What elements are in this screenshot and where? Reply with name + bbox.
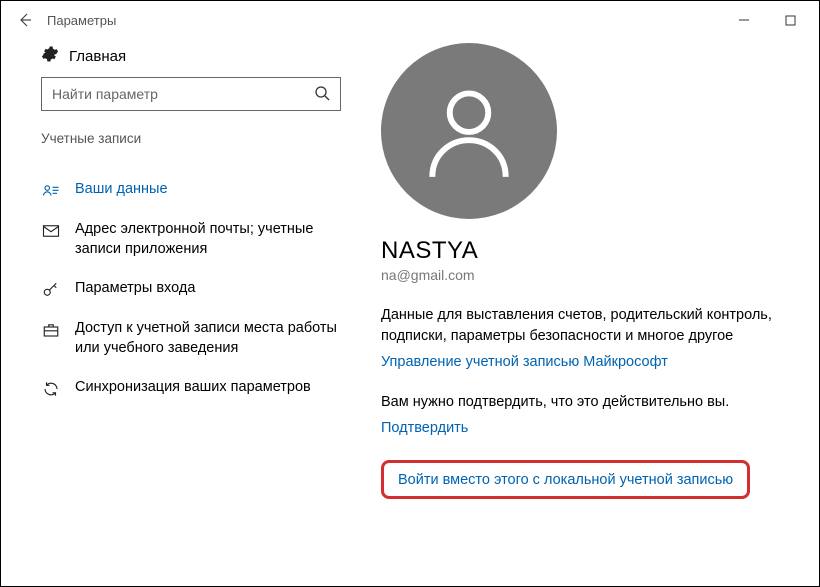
- arrow-left-icon: [17, 12, 33, 28]
- sidebar-item-label: Синхронизация ваших параметров: [75, 378, 311, 398]
- billing-description: Данные для выставления счетов, родительс…: [381, 305, 799, 347]
- person-card-icon: [41, 182, 61, 200]
- sidebar-item-sync[interactable]: Синхронизация ваших параметров: [41, 368, 341, 408]
- home-nav[interactable]: Главная: [41, 39, 341, 77]
- username: NASTYA: [381, 237, 799, 265]
- sidebar-item-label: Доступ к учетной записи места работы или…: [75, 319, 341, 358]
- verify-link[interactable]: Подтвердить: [381, 420, 468, 436]
- search-box[interactable]: [41, 77, 341, 111]
- minimize-icon: [738, 14, 750, 26]
- main-content: NASTYA na@gmail.com Данные для выставлен…: [381, 39, 799, 499]
- gear-icon: [41, 45, 59, 67]
- user-email: na@gmail.com: [381, 267, 799, 283]
- avatar: [381, 43, 557, 219]
- local-account-link[interactable]: Войти вместо этого с локальной учетной з…: [398, 472, 733, 488]
- manage-account-link[interactable]: Управление учетной записью Майкрософт: [381, 354, 668, 370]
- sidebar-item-label: Параметры входа: [75, 279, 195, 299]
- home-label: Главная: [69, 48, 126, 65]
- briefcase-icon: [41, 321, 61, 339]
- section-title: Учетные записи: [41, 131, 341, 146]
- sync-icon: [41, 380, 61, 398]
- back-button[interactable]: [7, 2, 43, 38]
- search-icon: [314, 85, 330, 104]
- sidebar-item-your-info[interactable]: Ваши данные: [41, 170, 341, 210]
- minimize-button[interactable]: [721, 4, 767, 36]
- mail-icon: [41, 222, 61, 240]
- key-icon: [41, 281, 61, 299]
- sidebar: Главная Учетные записи Ваши данные Адрес…: [41, 39, 341, 499]
- search-input[interactable]: [52, 86, 314, 102]
- person-icon: [414, 76, 524, 186]
- sidebar-item-signin[interactable]: Параметры входа: [41, 269, 341, 309]
- sidebar-item-work[interactable]: Доступ к учетной записи места работы или…: [41, 309, 341, 368]
- highlight-annotation: Войти вместо этого с локальной учетной з…: [381, 460, 750, 499]
- sidebar-item-label: Адрес электронной почты; учетные записи …: [75, 220, 341, 259]
- titlebar: Параметры: [1, 1, 819, 39]
- maximize-icon: [785, 15, 796, 26]
- sidebar-item-email[interactable]: Адрес электронной почты; учетные записи …: [41, 210, 341, 269]
- maximize-button[interactable]: [767, 4, 813, 36]
- sidebar-item-label: Ваши данные: [75, 180, 168, 200]
- verify-description: Вам нужно подтвердить, что это действите…: [381, 392, 799, 413]
- window-title: Параметры: [47, 13, 116, 28]
